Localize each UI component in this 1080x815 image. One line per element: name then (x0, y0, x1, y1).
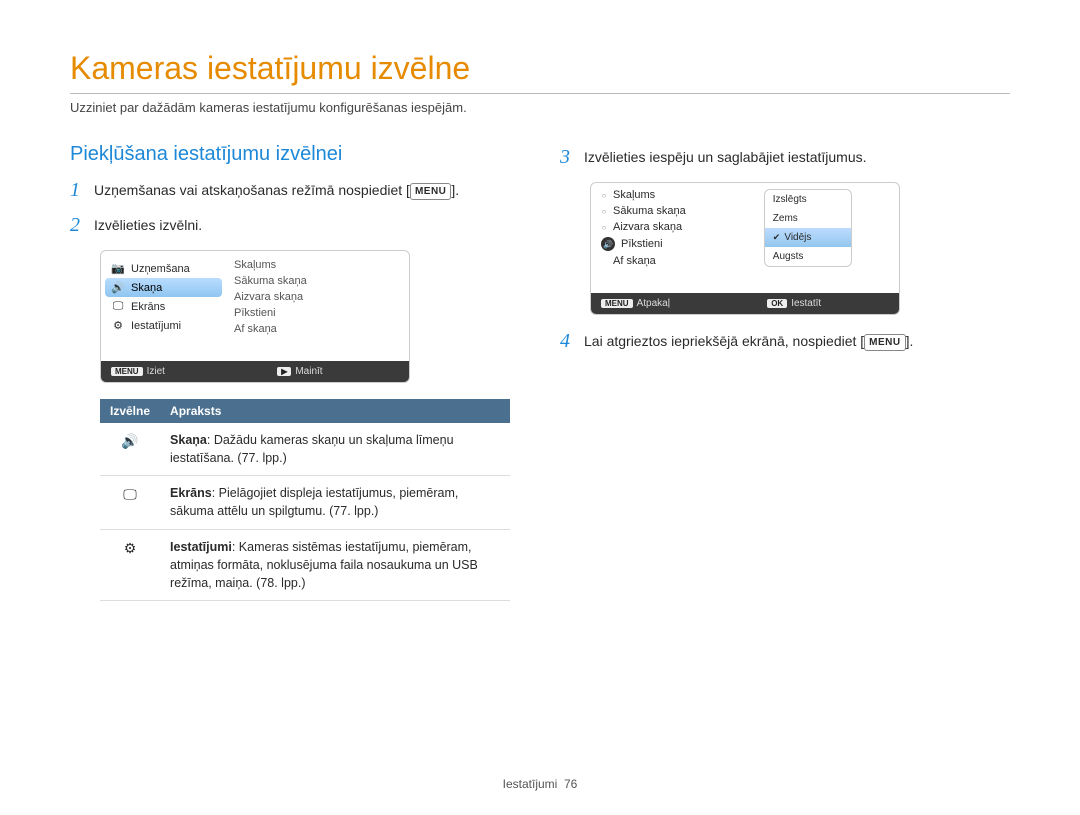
row-title: Iestatījumi (170, 540, 232, 554)
arrow-right-icon: ▶ (277, 367, 291, 376)
footer-page-number: 76 (564, 777, 577, 791)
panel1-submenu: Skaļums Sākuma skaņa Aizvara skaņa Pīkst… (226, 251, 409, 361)
panel2-value-area: Izslēgts Zems ✔Vidējs Augsts (754, 183, 899, 293)
panel1-menu-list: 📷 Uzņemšana 🔊 Skaņa 🖵 Ekrāns ⚙ Iestatījumi (101, 251, 226, 361)
sound-icon: 🔊 (111, 281, 125, 294)
option-label: Sākuma skaņa (613, 205, 686, 217)
table-head-menu: Izvēlne (100, 399, 160, 423)
submenu-item[interactable]: Sākuma skaņa (234, 275, 401, 287)
section-heading: Piekļūšana iestatījumu izvēlnei (70, 143, 520, 166)
page-title: Kameras iestatījumu izvēlne (70, 50, 1010, 94)
value-option-selected[interactable]: ✔Vidējs (765, 228, 851, 247)
menu-item-label: Skaņa (131, 282, 162, 294)
step-2: 2 Izvēlieties izvēlni. (70, 215, 520, 236)
menu-button-icon: MENU (864, 334, 905, 351)
step-number: 2 (70, 215, 84, 236)
step-4-after: ]. (906, 333, 914, 349)
value-option[interactable]: Zems (765, 209, 851, 228)
option-label: Pīkstieni (621, 238, 663, 250)
step-number: 1 (70, 180, 84, 201)
gear-icon: ⚙ (100, 529, 160, 600)
submenu-item[interactable]: Pīkstieni (234, 307, 401, 319)
table-row: 🔊 Skaņa: Dažādu kameras skaņu un skaļuma… (100, 423, 510, 476)
submenu-item[interactable]: Af skaņa (234, 323, 401, 335)
value-option[interactable]: Augsts (765, 247, 851, 266)
menu-item-settings[interactable]: ⚙ Iestatījumi (101, 316, 226, 335)
row-text: : Dažādu kameras skaņu un skaļuma līmeņu… (170, 433, 454, 465)
menu-item-display[interactable]: 🖵 Ekrāns (101, 297, 226, 316)
gear-icon: ⚙ (111, 319, 125, 332)
menu-item-sound[interactable]: 🔊 Skaņa (105, 278, 222, 297)
menu-button-icon: MENU (410, 183, 451, 200)
menu-item-label: Iestatījumi (131, 320, 181, 332)
left-column: Piekļūšana iestatījumu izvēlnei 1 Uzņemš… (70, 143, 520, 601)
option-label: Af skaņa (613, 255, 656, 267)
row-title: Skaņa (170, 433, 207, 447)
display-icon: 🖵 (100, 476, 160, 529)
option-label: Aizvara skaņa (613, 221, 682, 233)
step-4: 4 Lai atgrieztos iepriekšējā ekrānā, nos… (560, 331, 1010, 352)
panel1-footer: MENU Iziet ▶ Mainīt (101, 361, 409, 382)
panel2-footer: MENU Atpakaļ OK Iestatīt (591, 293, 899, 314)
step-1: 1 Uzņemšanas vai atskaņošanas režīmā nos… (70, 180, 520, 201)
submenu-item[interactable]: Skaļums (234, 259, 401, 271)
option-row[interactable]: ○ Aizvara skaņa (591, 219, 754, 235)
footer-back-label: Atpakaļ (637, 298, 670, 309)
footer-exit-label: Iziet (147, 366, 165, 377)
step-2-text: Izvēlieties izvēlni. (94, 215, 202, 236)
sound-icon: 🔊 (601, 237, 615, 251)
footer-set-label: Iestatīt (791, 298, 821, 309)
bullet-icon: ○ (601, 207, 607, 216)
option-row[interactable]: ○ Skaļums (591, 187, 754, 203)
value-label: Vidējs (784, 232, 811, 243)
step-3: 3 Izvēlieties iespēju un saglabājiet ies… (560, 147, 1010, 168)
row-text: : Pielāgojiet displeja iestatījumus, pie… (170, 486, 458, 518)
menu-item-label: Ekrāns (131, 301, 165, 313)
footer-change-label: Mainīt (295, 366, 322, 377)
table-head-desc: Apraksts (160, 399, 510, 423)
menu-panel-1: 📷 Uzņemšana 🔊 Skaņa 🖵 Ekrāns ⚙ Iestatījumi S… (100, 250, 410, 383)
panel2-option-list: ○ Skaļums ○ Sākuma skaņa ○ Aizvara skaņa 🔊 P… (591, 183, 754, 293)
footer-section: Iestatījumi (503, 777, 558, 791)
menu-panel-2: ○ Skaļums ○ Sākuma skaņa ○ Aizvara skaņa 🔊 P… (590, 182, 900, 315)
value-option[interactable]: Izslēgts (765, 190, 851, 209)
menu-item-shooting[interactable]: 📷 Uzņemšana (101, 259, 226, 278)
sound-icon: 🔊 (100, 423, 160, 476)
menu-label-icon: MENU (601, 299, 633, 308)
submenu-item[interactable]: Aizvara skaņa (234, 291, 401, 303)
display-icon: 🖵 (111, 300, 125, 313)
step-number: 4 (560, 331, 574, 352)
camera-icon: 📷 (111, 262, 125, 275)
check-icon: ✔ (773, 232, 781, 243)
option-label: Skaļums (613, 189, 655, 201)
menu-item-label: Uzņemšana (131, 263, 190, 275)
menu-label-icon: MENU (111, 367, 143, 376)
table-row: ⚙ Iestatījumi: Kameras sistēmas iestatīj… (100, 529, 510, 600)
page-footer: Iestatījumi 76 (0, 777, 1080, 791)
bullet-icon: ○ (601, 191, 607, 200)
option-row-selected[interactable]: 🔊 Pīkstieni (591, 235, 754, 253)
step-3-text: Izvēlieties iespēju un saglabājiet iesta… (584, 147, 867, 168)
row-title: Ekrāns (170, 486, 212, 500)
ok-label-icon: OK (767, 299, 787, 308)
bullet-icon: ○ (601, 223, 607, 232)
option-row[interactable]: Af skaņa (591, 253, 754, 269)
page-subtitle: Uzziniet par dažādām kameras iestatījumu… (70, 100, 1010, 115)
option-row[interactable]: ○ Sākuma skaņa (591, 203, 754, 219)
step-number: 3 (560, 147, 574, 168)
step-1-after: ]. (451, 182, 459, 198)
step-1-text: Uzņemšanas vai atskaņošanas režīmā nospi… (94, 182, 410, 198)
description-table: Izvēlne Apraksts 🔊 Skaņa: Dažādu kameras… (100, 399, 510, 601)
right-column: 3 Izvēlieties iespēju un saglabājiet ies… (560, 143, 1010, 601)
step-4-text: Lai atgrieztos iepriekšējā ekrānā, nospi… (584, 333, 864, 349)
value-dropdown[interactable]: Izslēgts Zems ✔Vidējs Augsts (764, 189, 852, 267)
table-row: 🖵 Ekrāns: Pielāgojiet displeja iestatīju… (100, 476, 510, 529)
